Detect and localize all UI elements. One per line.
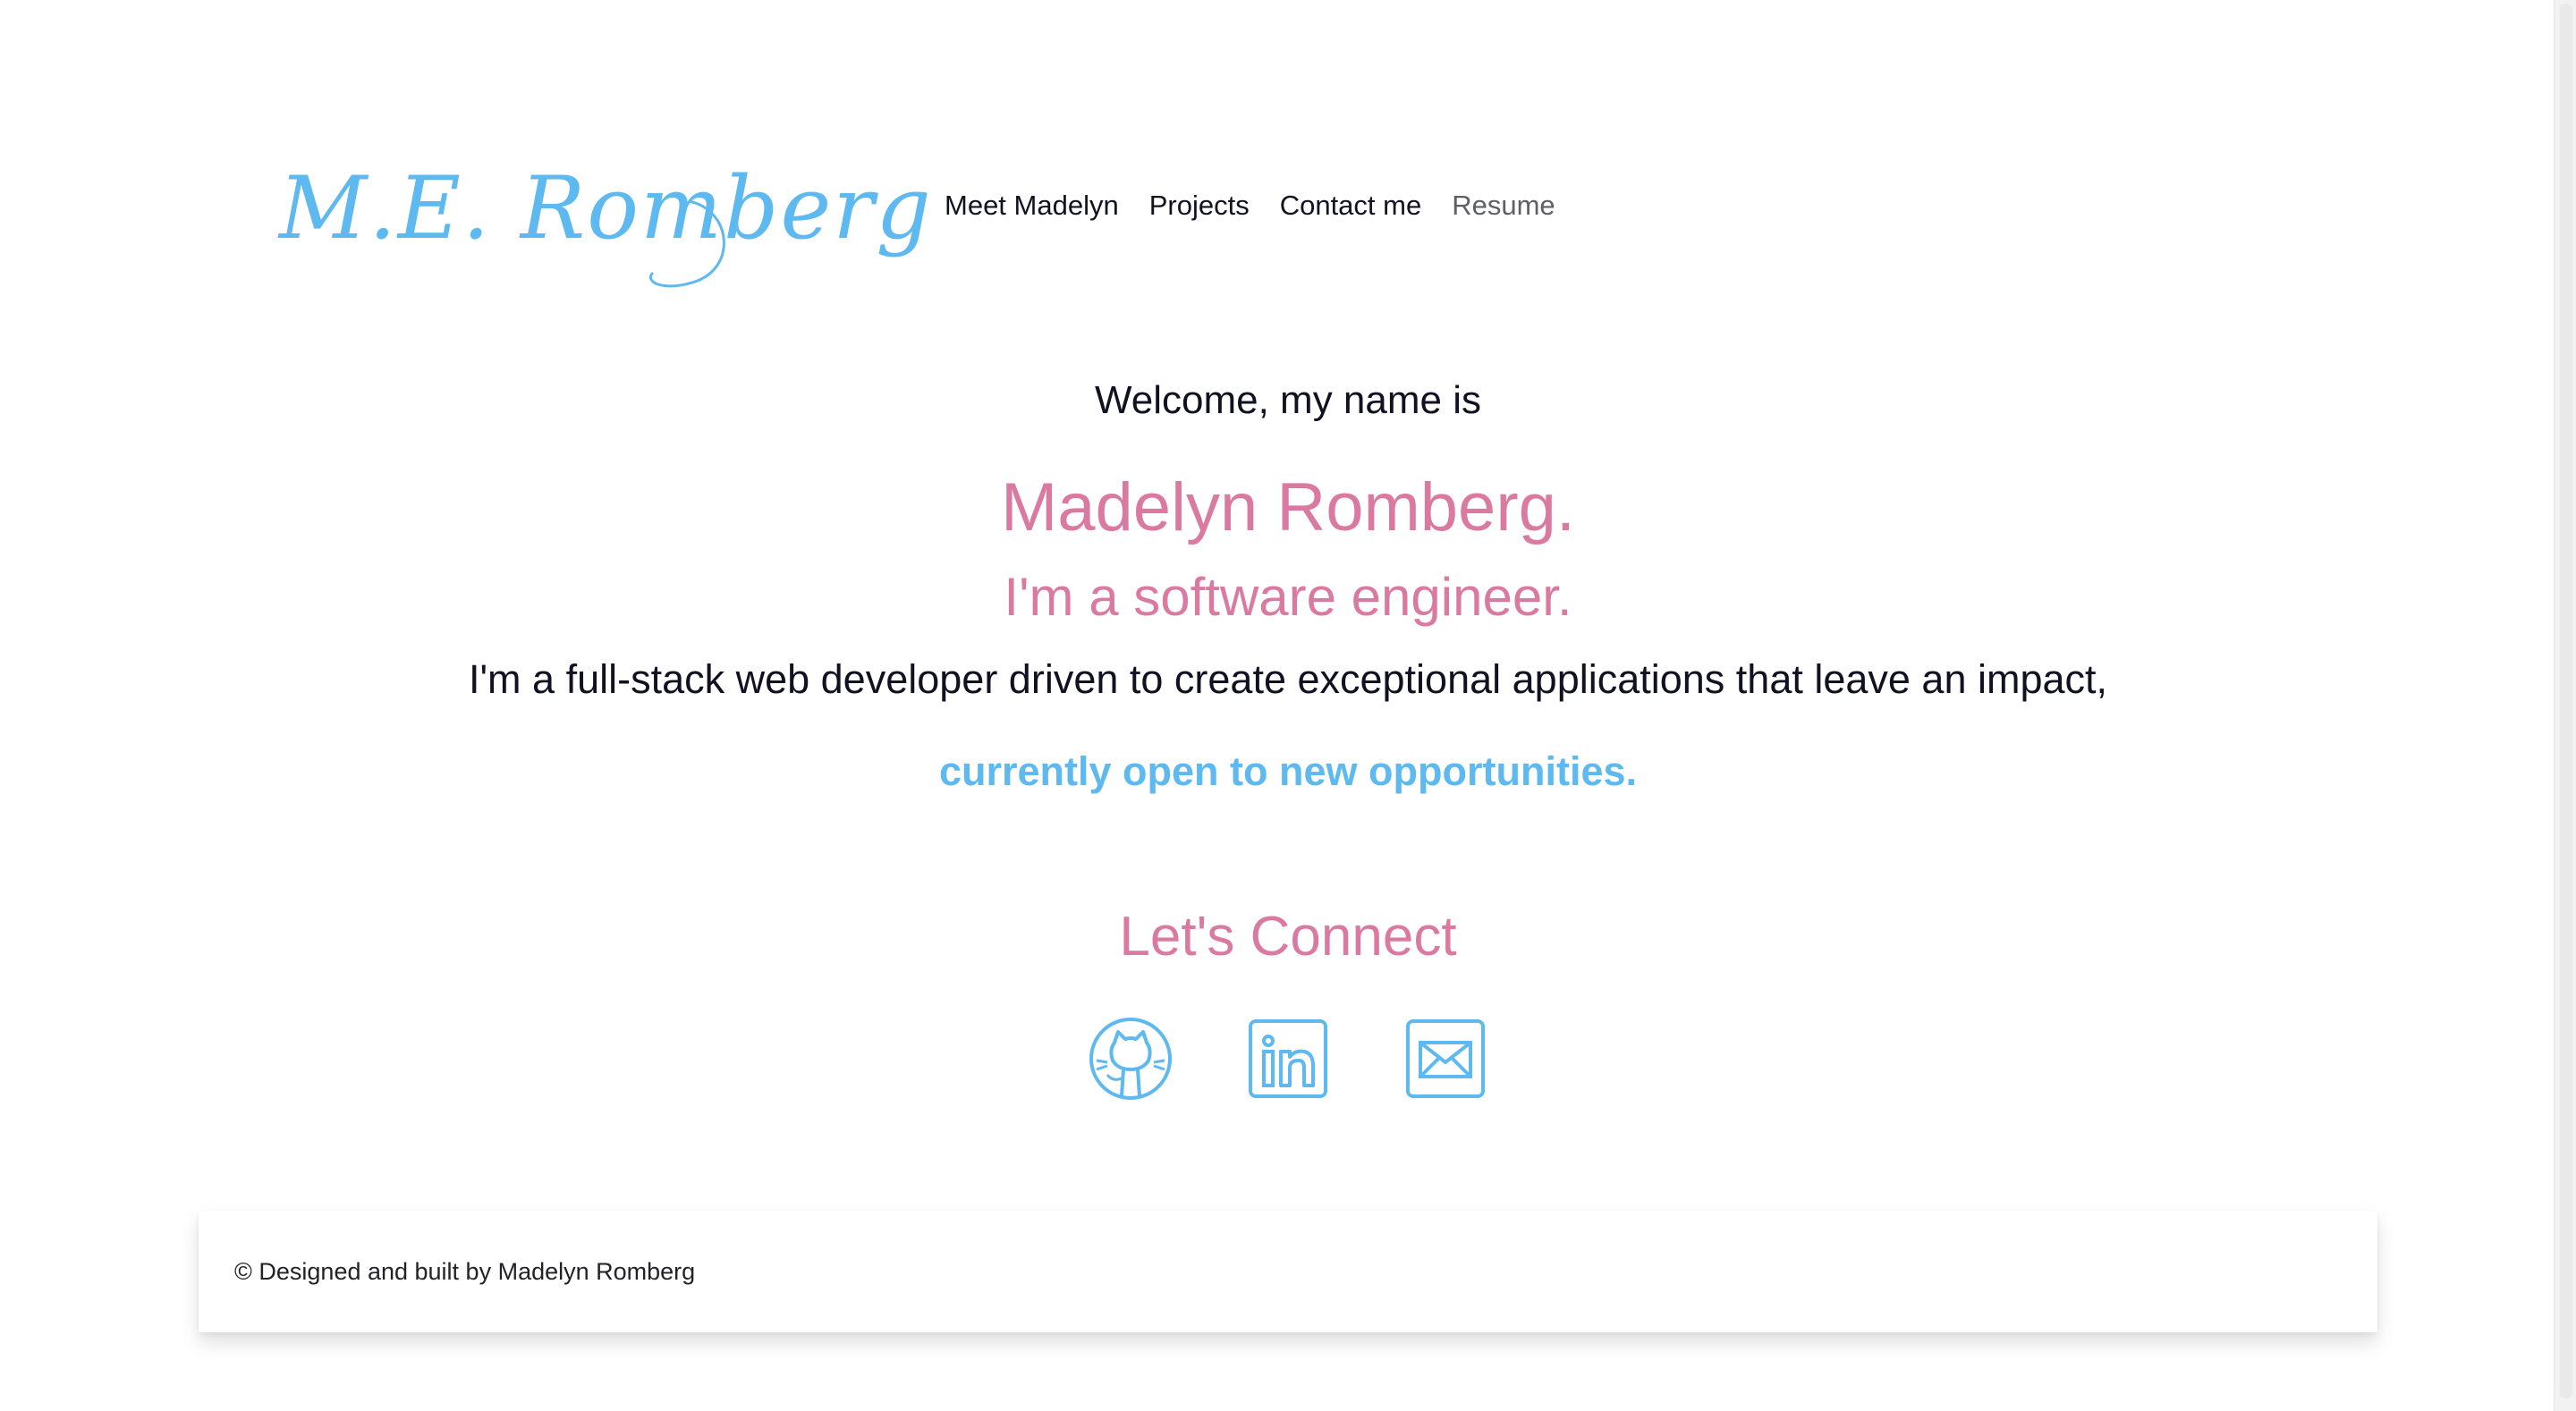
footer: © Designed and built by Madelyn Romberg bbox=[199, 1211, 2377, 1332]
page-scrollbar[interactable] bbox=[2554, 0, 2576, 1411]
nav-projects[interactable]: Projects bbox=[1149, 186, 1250, 225]
nav-meet-madelyn[interactable]: Meet Madelyn bbox=[945, 186, 1119, 225]
linkedin-icon[interactable] bbox=[1245, 1016, 1331, 1102]
site-logo[interactable]: M.E. Romberg bbox=[268, 148, 931, 300]
social-links bbox=[1088, 1016, 1488, 1102]
hero-tagline: I'm a full-stack web developer driven to… bbox=[468, 656, 2108, 702]
hero-role: I'm a software engineer. bbox=[1004, 567, 1572, 627]
hero-name: Madelyn Romberg. bbox=[1000, 469, 1576, 545]
logo-text: M.E. Romberg bbox=[279, 158, 933, 258]
main-nav: Meet Madelyn Projects Contact me Resume bbox=[945, 186, 1555, 225]
scrollbar-thumb[interactable] bbox=[2560, 4, 2572, 1398]
page: M.E. Romberg Meet Madelyn Projects Conta… bbox=[0, 0, 2576, 1411]
welcome-text: Welcome, my name is bbox=[1095, 378, 1481, 422]
connect-heading: Let's Connect bbox=[1119, 906, 1457, 967]
github-icon[interactable] bbox=[1088, 1016, 1174, 1102]
email-icon[interactable] bbox=[1402, 1016, 1488, 1102]
nav-resume[interactable]: Resume bbox=[1452, 186, 1555, 225]
footer-copyright: © Designed and built by Madelyn Romberg bbox=[234, 1258, 696, 1285]
open-to-opportunities: currently open to new opportunities. bbox=[938, 748, 1638, 794]
nav-contact-me[interactable]: Contact me bbox=[1280, 186, 1422, 225]
